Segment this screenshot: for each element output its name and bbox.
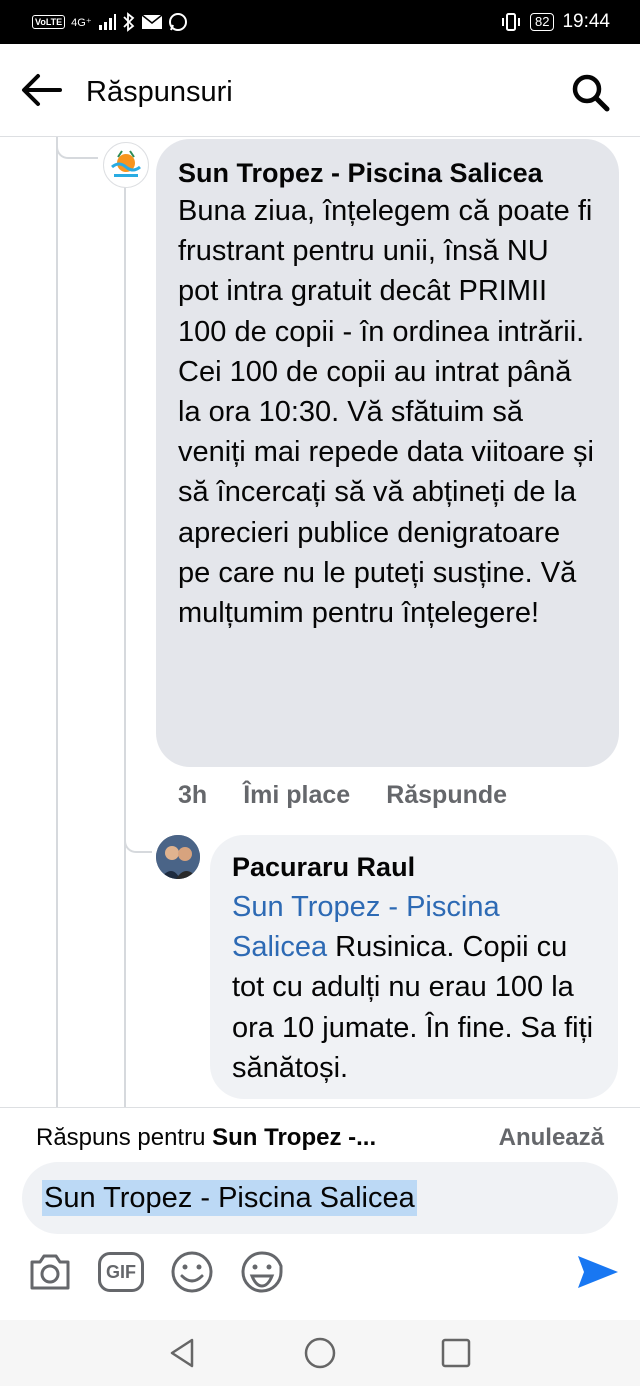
nav-recents-icon[interactable] xyxy=(439,1336,473,1370)
replying-target: Sun Tropez -... xyxy=(212,1124,377,1151)
volte-icon: VoLTE xyxy=(32,15,66,29)
clock: 19:44 xyxy=(562,11,610,32)
battery-indicator: 82 xyxy=(529,13,555,31)
comment-author[interactable]: Sun Tropez - Piscina Salicea xyxy=(178,157,597,189)
input-mention-text[interactable]: Sun Tropez - Piscina Salicea xyxy=(42,1180,417,1216)
comment-timestamp: 3h xyxy=(178,781,208,809)
comment-text-2: Sun Tropez - Piscina Salicea Rusinica. C… xyxy=(232,887,596,1088)
comment-bubble-2[interactable]: Pacuraru Raul Sun Tropez - Piscina Salic… xyxy=(210,835,618,1099)
send-icon[interactable] xyxy=(574,1248,622,1296)
gif-icon[interactable]: GIF xyxy=(98,1252,144,1292)
page-title: Răspunsuri xyxy=(86,76,233,108)
status-bar: VoLTE 4G⁺ 82 19:44 xyxy=(0,0,640,44)
profile-photo-icon xyxy=(156,835,200,879)
whatsapp-icon xyxy=(168,13,187,31)
search-icon[interactable] xyxy=(570,72,610,112)
status-right: 82 19:44 xyxy=(500,10,610,34)
reply-connector xyxy=(124,827,152,853)
reply-composer: Răspuns pentru Sun Tropez -... Anulează … xyxy=(0,1107,640,1321)
cancel-reply-button[interactable]: Anulează xyxy=(499,1124,604,1152)
like-button[interactable]: Îmi place xyxy=(243,781,350,810)
replying-to-label: Răspuns pentru Sun Tropez -... xyxy=(36,1124,376,1152)
avatar-sun-tropez[interactable] xyxy=(103,142,149,188)
thread-connector xyxy=(56,137,98,159)
camera-icon[interactable] xyxy=(26,1248,74,1296)
nav-home-icon[interactable] xyxy=(303,1336,337,1370)
back-arrow-icon[interactable] xyxy=(20,72,62,108)
reply-button[interactable]: Răspunde xyxy=(386,781,507,810)
emoji-icon[interactable] xyxy=(168,1248,216,1296)
vibrate-icon xyxy=(501,13,520,31)
mail-icon xyxy=(141,15,162,29)
comment-text: Buna ziua, înțelegem că poate fi frustra… xyxy=(178,195,594,630)
replying-prefix: Răspuns pentru xyxy=(36,1124,213,1151)
status-left: VoLTE 4G⁺ xyxy=(32,10,188,34)
sticker-icon[interactable] xyxy=(238,1248,286,1296)
comment-thread: Sun Tropez - Piscina Salicea Buna ziua, … xyxy=(0,137,640,1107)
system-nav-bar xyxy=(0,1320,640,1386)
signal-icon xyxy=(98,14,116,30)
thread-line-inner xyxy=(124,179,126,1107)
network-type: 4G⁺ xyxy=(71,16,92,29)
thread-line-outer xyxy=(56,137,58,1107)
comment-bubble-1[interactable]: Sun Tropez - Piscina Salicea Buna ziua, … xyxy=(156,139,619,767)
comment-actions: 3h Îmi place Răspunde xyxy=(178,781,507,810)
composer-toolbar: GIF xyxy=(0,1244,640,1304)
bluetooth-icon xyxy=(123,12,135,32)
sun-tropez-logo-icon xyxy=(111,150,141,177)
comment-input[interactable]: Sun Tropez - Piscina Salicea xyxy=(22,1162,618,1234)
comment-author[interactable]: Pacuraru Raul xyxy=(232,851,596,883)
app-header: Răspunsuri xyxy=(0,44,640,137)
avatar-pacuraru-raul[interactable] xyxy=(156,835,200,879)
nav-back-icon[interactable] xyxy=(166,1336,200,1370)
